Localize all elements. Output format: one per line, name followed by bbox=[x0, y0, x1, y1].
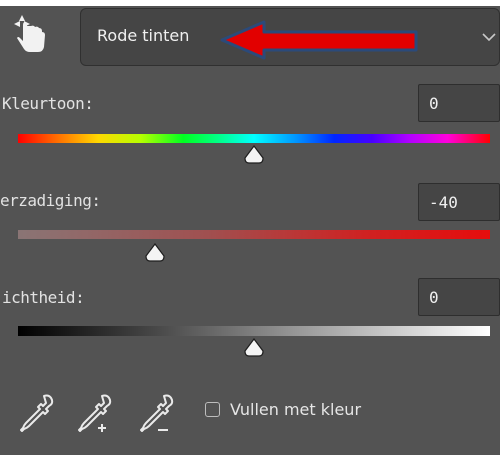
hue-slider-track[interactable] bbox=[18, 134, 490, 143]
hue-label: Kleurtoon: bbox=[2, 94, 94, 113]
eyedropper-subtract-icon[interactable] bbox=[138, 392, 176, 436]
saturation-slider-track[interactable] bbox=[18, 230, 490, 239]
hue-value-input[interactable]: 0 bbox=[418, 84, 500, 122]
colorize-checkbox-label: Vullen met kleur bbox=[230, 400, 362, 419]
lightness-slider-track[interactable] bbox=[18, 326, 490, 336]
chevron-down-icon bbox=[482, 33, 496, 42]
saturation-slider-thumb[interactable] bbox=[144, 242, 166, 264]
colorize-checkbox[interactable] bbox=[205, 402, 220, 417]
preset-selected-value: Rode tinten bbox=[97, 26, 190, 45]
lightness-label: ichtheid: bbox=[2, 288, 85, 307]
lightness-value-input[interactable]: 0 bbox=[418, 278, 500, 316]
targeted-adjustment-hand-icon[interactable] bbox=[8, 10, 54, 56]
saturation-value-input[interactable]: -40 bbox=[418, 183, 500, 221]
red-arrow-left-icon bbox=[220, 20, 418, 60]
cropped-top-area bbox=[0, 0, 500, 6]
saturation-label: erzadiging: bbox=[0, 191, 101, 210]
eyedropper-icon[interactable] bbox=[18, 392, 56, 436]
lightness-slider-thumb[interactable] bbox=[243, 337, 265, 359]
eyedropper-add-icon[interactable] bbox=[76, 392, 114, 436]
hue-slider-thumb[interactable] bbox=[243, 144, 265, 166]
hue-saturation-panel: Rode tinten Kleurtoon: 0 erzadiging: -40… bbox=[0, 0, 500, 455]
